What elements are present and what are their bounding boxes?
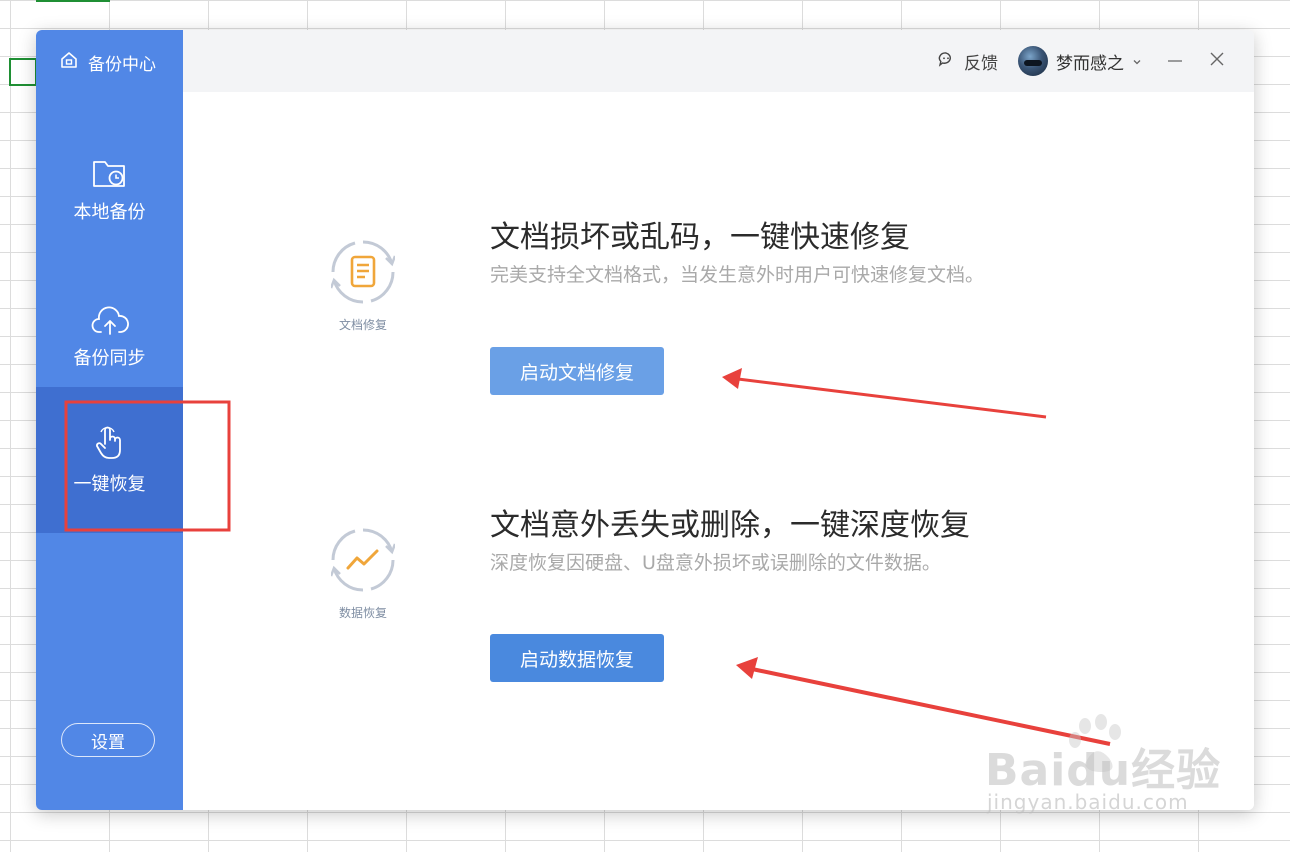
hand-tap-icon <box>93 424 127 462</box>
settings-button[interactable]: 设置 <box>61 723 155 757</box>
doc-repair-icon <box>329 240 397 304</box>
close-button[interactable] <box>1206 50 1228 72</box>
chat-bubble-icon <box>938 51 954 72</box>
spreadsheet-top-marker <box>36 0 110 2</box>
cloud-upload-icon <box>91 306 129 336</box>
data-recovery-icon <box>329 528 397 592</box>
backup-center-window: 备份中心 本地备份 备份同步 一键恢复 设置 反馈 梦而感之 文档修复 文档损坏… <box>36 30 1254 810</box>
app-title: 备份中心 <box>88 54 156 75</box>
close-icon <box>1209 51 1225 71</box>
sidebar-item-label: 备份同步 <box>73 348 146 369</box>
spreadsheet-selected-cell[interactable] <box>9 58 37 86</box>
watermark-text: Baidu经验 <box>985 745 1222 796</box>
folder-clock-icon <box>92 158 128 190</box>
username: 梦而感之 <box>1056 53 1124 74</box>
home-icon <box>60 51 78 74</box>
minimize-icon <box>1167 51 1183 71</box>
watermark-url: jingyan.baidu.com <box>987 790 1189 814</box>
baidu-watermark: Baidu经验 jingyan.baidu.com <box>985 714 1225 824</box>
section-title: 文档意外丢失或删除，一键深度恢复 <box>490 508 970 543</box>
section-description: 完美支持全文档格式，当发生意外时用户可快速修复文档。 <box>490 264 985 286</box>
sidebar-item-local-backup[interactable]: 本地备份 <box>36 118 183 264</box>
icon-caption: 文档修复 <box>338 318 387 332</box>
user-menu[interactable]: 梦而感之 <box>1018 46 1142 76</box>
start-data-recovery-button[interactable]: 启动数据恢复 <box>490 634 664 682</box>
sidebar: 备份中心 本地备份 备份同步 一键恢复 设置 <box>36 30 183 810</box>
data-recovery-section: 数据恢复 文档意外丢失或删除，一键深度恢复 深度恢复因硬盘、U盘意外损坏或误删除… <box>183 500 1254 682</box>
minimize-button[interactable] <box>1164 50 1186 72</box>
sidebar-item-label: 一键恢复 <box>73 474 146 495</box>
section-title: 文档损坏或乱码，一键快速修复 <box>490 220 910 255</box>
sidebar-item-one-click-restore[interactable]: 一键恢复 <box>36 387 183 533</box>
doc-repair-section: 文档修复 文档损坏或乱码，一键快速修复 完美支持全文档格式，当发生意外时用户可快… <box>183 212 1254 395</box>
feedback-button[interactable]: 反馈 <box>938 49 998 74</box>
sidebar-item-label: 本地备份 <box>73 202 146 223</box>
chevron-down-icon <box>1132 51 1142 71</box>
avatar <box>1018 46 1048 76</box>
feedback-label: 反馈 <box>964 53 998 74</box>
title-bar: 反馈 梦而感之 <box>183 30 1254 92</box>
section-description: 深度恢复因硬盘、U盘意外损坏或误删除的文件数据。 <box>490 552 941 574</box>
start-doc-repair-button[interactable]: 启动文档修复 <box>490 347 664 395</box>
icon-caption: 数据恢复 <box>338 606 387 620</box>
sidebar-brand: 备份中心 <box>60 50 156 75</box>
main-content: 文档修复 文档损坏或乱码，一键快速修复 完美支持全文档格式，当发生意外时用户可快… <box>183 92 1254 810</box>
